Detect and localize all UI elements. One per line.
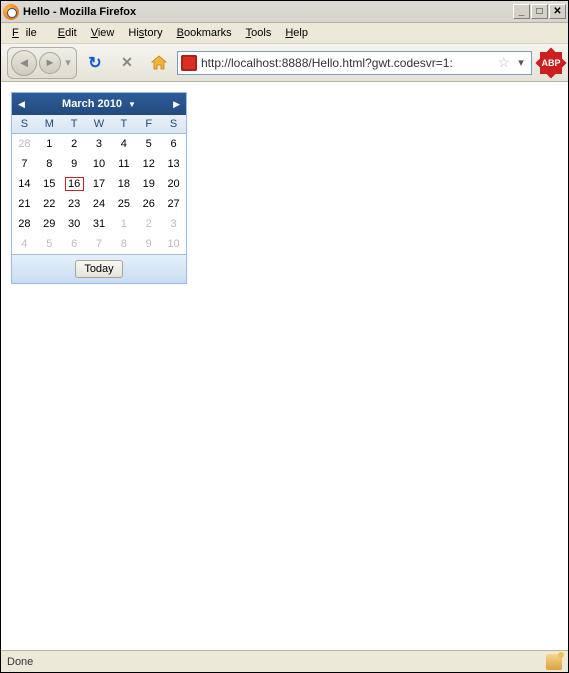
url-dropdown-icon[interactable]: ▾ <box>514 56 528 69</box>
minimize-button[interactable]: _ <box>513 4 530 19</box>
chevron-down-icon: ▼ <box>128 100 136 109</box>
calendar-grid: 2812345678910111213141516171819202122232… <box>12 134 186 254</box>
site-icon <box>181 55 197 71</box>
next-month-button[interactable]: ▶ <box>170 99 180 110</box>
calendar-day-cell[interactable]: 9 <box>62 154 87 174</box>
calendar-day-cell[interactable]: 1 <box>37 134 62 154</box>
today-button[interactable]: Today <box>75 260 122 278</box>
calendar-month-label: March 2010 <box>62 98 122 110</box>
calendar-header: ◀ March 2010 ▼ ▶ <box>12 93 186 115</box>
calendar-day-cell[interactable]: 21 <box>12 194 37 214</box>
calendar-day-cell[interactable]: 6 <box>161 134 186 154</box>
page-content: ◀ March 2010 ▼ ▶ SMTWTFS 281234567891011… <box>1 82 568 650</box>
calendar-widget: ◀ March 2010 ▼ ▶ SMTWTFS 281234567891011… <box>11 92 187 284</box>
calendar-day-cell[interactable]: 14 <box>12 174 37 194</box>
calendar-day-cell[interactable]: 26 <box>136 194 161 214</box>
calendar-day-cell[interactable]: 27 <box>161 194 186 214</box>
close-button[interactable]: ✕ <box>549 4 566 19</box>
menu-view[interactable]: View <box>84 25 122 41</box>
url-bar: ☆ ▾ <box>177 51 532 75</box>
calendar-day-cell[interactable]: 1 <box>111 214 136 234</box>
calendar-day-header: W <box>87 115 112 133</box>
calendar-day-cell[interactable]: 4 <box>111 134 136 154</box>
calendar-day-header: S <box>161 115 186 133</box>
calendar-day-cell[interactable]: 31 <box>87 214 112 234</box>
toolbar: ◄ ► ▾ ↻ ✕ ☆ ▾ ABP <box>1 44 568 82</box>
calendar-day-cell[interactable]: 5 <box>136 134 161 154</box>
status-text: Done <box>7 656 546 668</box>
home-button[interactable] <box>148 52 170 74</box>
reload-button[interactable]: ↻ <box>84 52 106 74</box>
calendar-day-cell[interactable]: 18 <box>111 174 136 194</box>
calendar-footer: Today <box>12 254 186 283</box>
calendar-day-cell[interactable]: 6 <box>62 234 87 254</box>
calendar-day-cell[interactable]: 20 <box>161 174 186 194</box>
calendar-day-cell[interactable]: 12 <box>136 154 161 174</box>
calendar-day-cell[interactable]: 8 <box>111 234 136 254</box>
menu-history[interactable]: History <box>121 25 169 41</box>
back-button[interactable]: ◄ <box>11 50 37 76</box>
menu-edit[interactable]: Edit <box>51 25 84 41</box>
calendar-day-cell[interactable]: 3 <box>161 214 186 234</box>
calendar-day-header: T <box>62 115 87 133</box>
calendar-day-cell[interactable]: 4 <box>12 234 37 254</box>
menu-tools[interactable]: Tools <box>239 25 279 41</box>
calendar-title[interactable]: March 2010 ▼ <box>28 98 170 110</box>
calendar-day-cell[interactable]: 2 <box>62 134 87 154</box>
calendar-day-cell[interactable]: 9 <box>136 234 161 254</box>
calendar-day-cell[interactable]: 8 <box>37 154 62 174</box>
stop-button[interactable]: ✕ <box>116 52 138 74</box>
calendar-day-cell[interactable]: 3 <box>87 134 112 154</box>
calendar-day-cell[interactable]: 11 <box>111 154 136 174</box>
calendar-day-cell[interactable]: 28 <box>12 134 37 154</box>
calendar-day-header: T <box>111 115 136 133</box>
maximize-button[interactable]: □ <box>531 4 548 19</box>
nav-history-dropdown[interactable]: ▾ <box>62 56 74 69</box>
forward-button[interactable]: ► <box>39 52 61 74</box>
bookmark-star-icon[interactable]: ☆ <box>497 54 510 71</box>
calendar-day-cell[interactable]: 23 <box>62 194 87 214</box>
calendar-day-cell[interactable]: 5 <box>37 234 62 254</box>
calendar-day-cell[interactable]: 10 <box>87 154 112 174</box>
window-title: Hello - Mozilla Firefox <box>23 6 136 18</box>
calendar-day-cell[interactable]: 2 <box>136 214 161 234</box>
calendar-day-cell[interactable]: 16 <box>62 174 87 194</box>
calendar-day-cell[interactable]: 19 <box>136 174 161 194</box>
calendar-day-cell[interactable]: 10 <box>161 234 186 254</box>
firefox-icon <box>3 4 19 20</box>
calendar-day-headers: SMTWTFS <box>12 115 186 134</box>
adblock-plus-icon[interactable]: ABP <box>540 52 562 74</box>
calendar-day-cell[interactable]: 24 <box>87 194 112 214</box>
status-firebug-icon[interactable] <box>546 654 562 670</box>
titlebar: Hello - Mozilla Firefox _ □ ✕ <box>1 1 568 23</box>
menu-bookmarks[interactable]: Bookmarks <box>170 25 239 41</box>
url-input[interactable] <box>201 56 493 70</box>
prev-month-button[interactable]: ◀ <box>18 99 28 110</box>
menu-file[interactable]: File <box>5 25 51 41</box>
calendar-day-cell[interactable]: 29 <box>37 214 62 234</box>
calendar-day-cell[interactable]: 22 <box>37 194 62 214</box>
calendar-day-cell[interactable]: 7 <box>12 154 37 174</box>
calendar-day-cell[interactable]: 7 <box>87 234 112 254</box>
menu-help[interactable]: Help <box>278 25 315 41</box>
calendar-day-cell[interactable]: 15 <box>37 174 62 194</box>
statusbar: Done <box>1 650 568 672</box>
calendar-day-cell[interactable]: 25 <box>111 194 136 214</box>
calendar-day-cell[interactable]: 30 <box>62 214 87 234</box>
menubar: File Edit View History Bookmarks Tools H… <box>1 23 568 44</box>
calendar-day-cell[interactable]: 17 <box>87 174 112 194</box>
calendar-day-header: F <box>136 115 161 133</box>
calendar-day-header: S <box>12 115 37 133</box>
calendar-day-header: M <box>37 115 62 133</box>
nav-button-group: ◄ ► ▾ <box>7 47 77 79</box>
calendar-day-cell[interactable]: 28 <box>12 214 37 234</box>
calendar-day-cell[interactable]: 13 <box>161 154 186 174</box>
